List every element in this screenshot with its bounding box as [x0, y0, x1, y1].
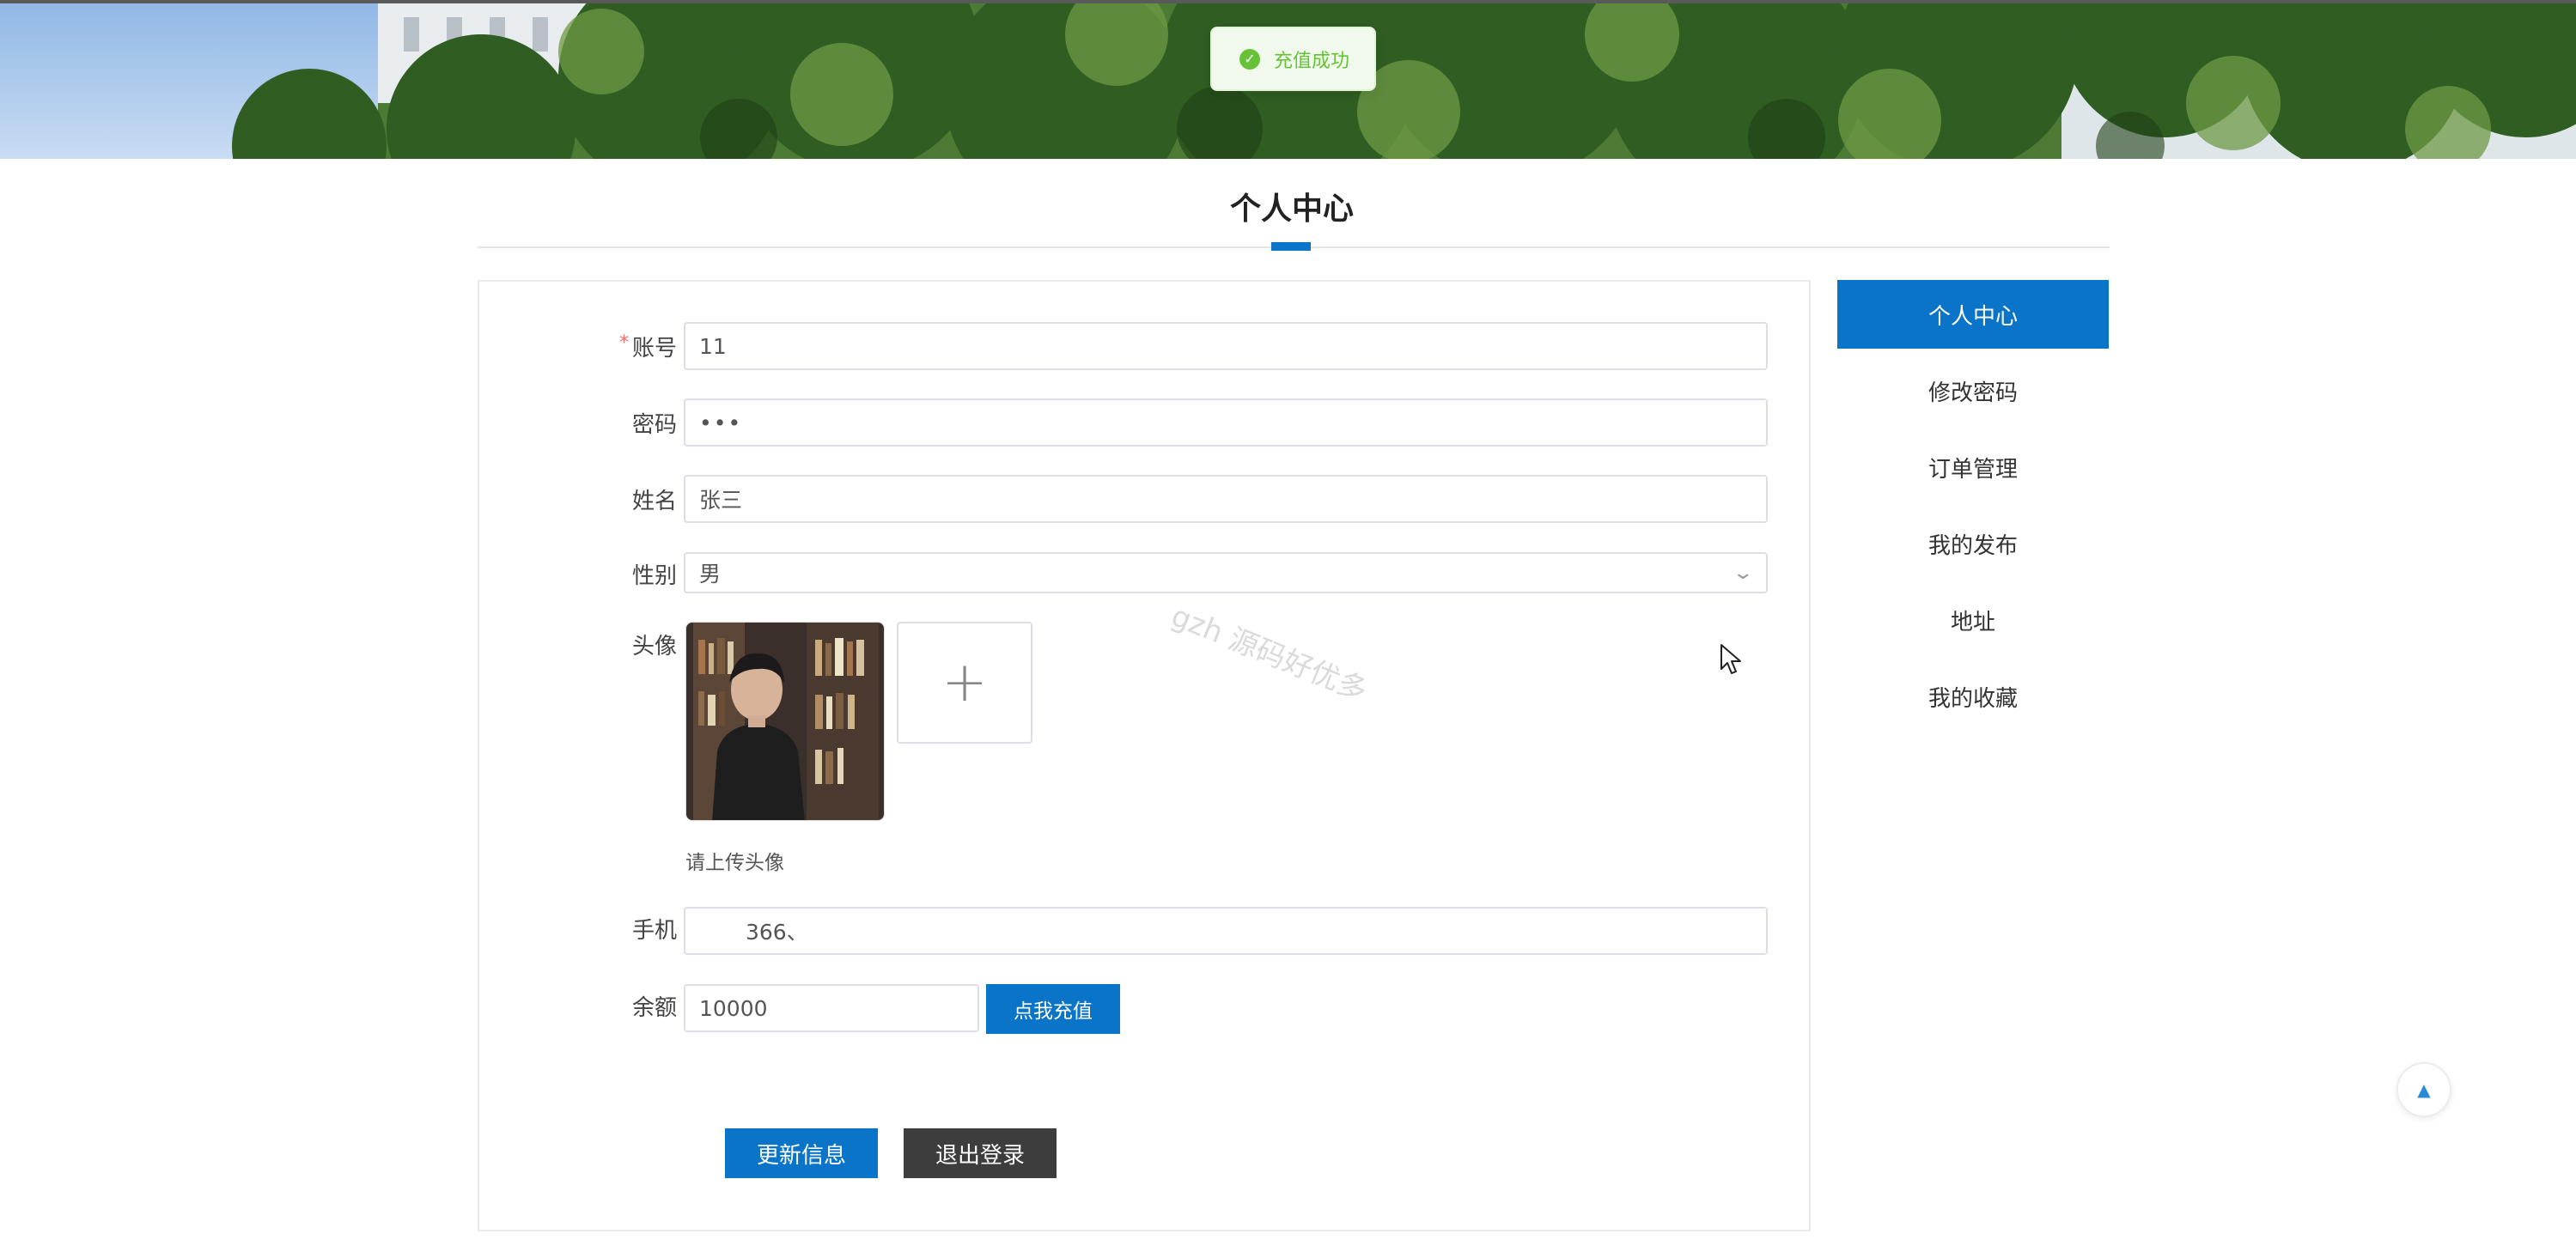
title-accent-bar [1271, 242, 1311, 251]
name-label: 姓名 [631, 489, 677, 514]
caret-up-icon: ▲ [2417, 1079, 2431, 1100]
sidebar-item-favorites[interactable]: 我的收藏 [1837, 662, 2109, 731]
gender-select[interactable]: 男 ⌄ [684, 552, 1768, 593]
sidebar-item-my-posts[interactable]: 我的发布 [1837, 509, 2109, 578]
gender-label: 性别 [631, 563, 677, 589]
name-input[interactable]: 张三 [684, 475, 1768, 523]
account-input[interactable]: 11 [684, 322, 1768, 370]
password-label: 密码 [631, 412, 677, 438]
sidebar-item-change-password[interactable]: 修改密码 [1837, 356, 2109, 425]
phone-input[interactable]: 366、 [684, 907, 1768, 955]
avatar-label: 头像 [631, 634, 677, 659]
sidebar-item-profile[interactable]: 个人中心 [1837, 280, 2109, 349]
sidebar-item-address[interactable]: 地址 [1837, 586, 2109, 654]
mouse-cursor-icon [1720, 644, 1741, 674]
page-title: 个人中心 [1229, 191, 1354, 227]
chevron-down-icon: ⌄ [1731, 562, 1754, 584]
balance-label: 余额 [631, 995, 677, 1021]
avatar-upload-button[interactable]: + [897, 622, 1032, 744]
password-input[interactable]: ••• [684, 398, 1768, 447]
account-label: * 账号 [618, 332, 677, 362]
back-to-top-button[interactable]: ▲ [2396, 1062, 2451, 1117]
toast-message: 充值成功 [1274, 50, 1350, 72]
balance-input[interactable]: 10000 [684, 984, 979, 1032]
avatar-image[interactable] [685, 622, 885, 821]
avatar-hint: 请上传头像 [685, 852, 784, 874]
required-mark: * [618, 332, 629, 354]
sidebar-item-orders[interactable]: 订单管理 [1837, 433, 2109, 501]
gender-value: 男 [699, 562, 722, 587]
recharge-button[interactable]: 点我充值 [986, 984, 1120, 1034]
sidebar-menu: 个人中心 修改密码 订单管理 我的发布 地址 我的收藏 [1837, 280, 2109, 738]
plus-icon: + [941, 651, 988, 714]
success-toast: ✓ 充值成功 [1210, 27, 1376, 91]
logout-button[interactable]: 退出登录 [904, 1128, 1057, 1178]
update-info-button[interactable]: 更新信息 [725, 1128, 878, 1178]
phone-label: 手机 [631, 918, 677, 944]
check-circle-icon: ✓ [1239, 48, 1260, 70]
profile-form-panel: * 账号 11 密码 ••• 姓名 张三 性别 男 ⌄ 头像 + 请上传头像 手… [478, 280, 1811, 1231]
